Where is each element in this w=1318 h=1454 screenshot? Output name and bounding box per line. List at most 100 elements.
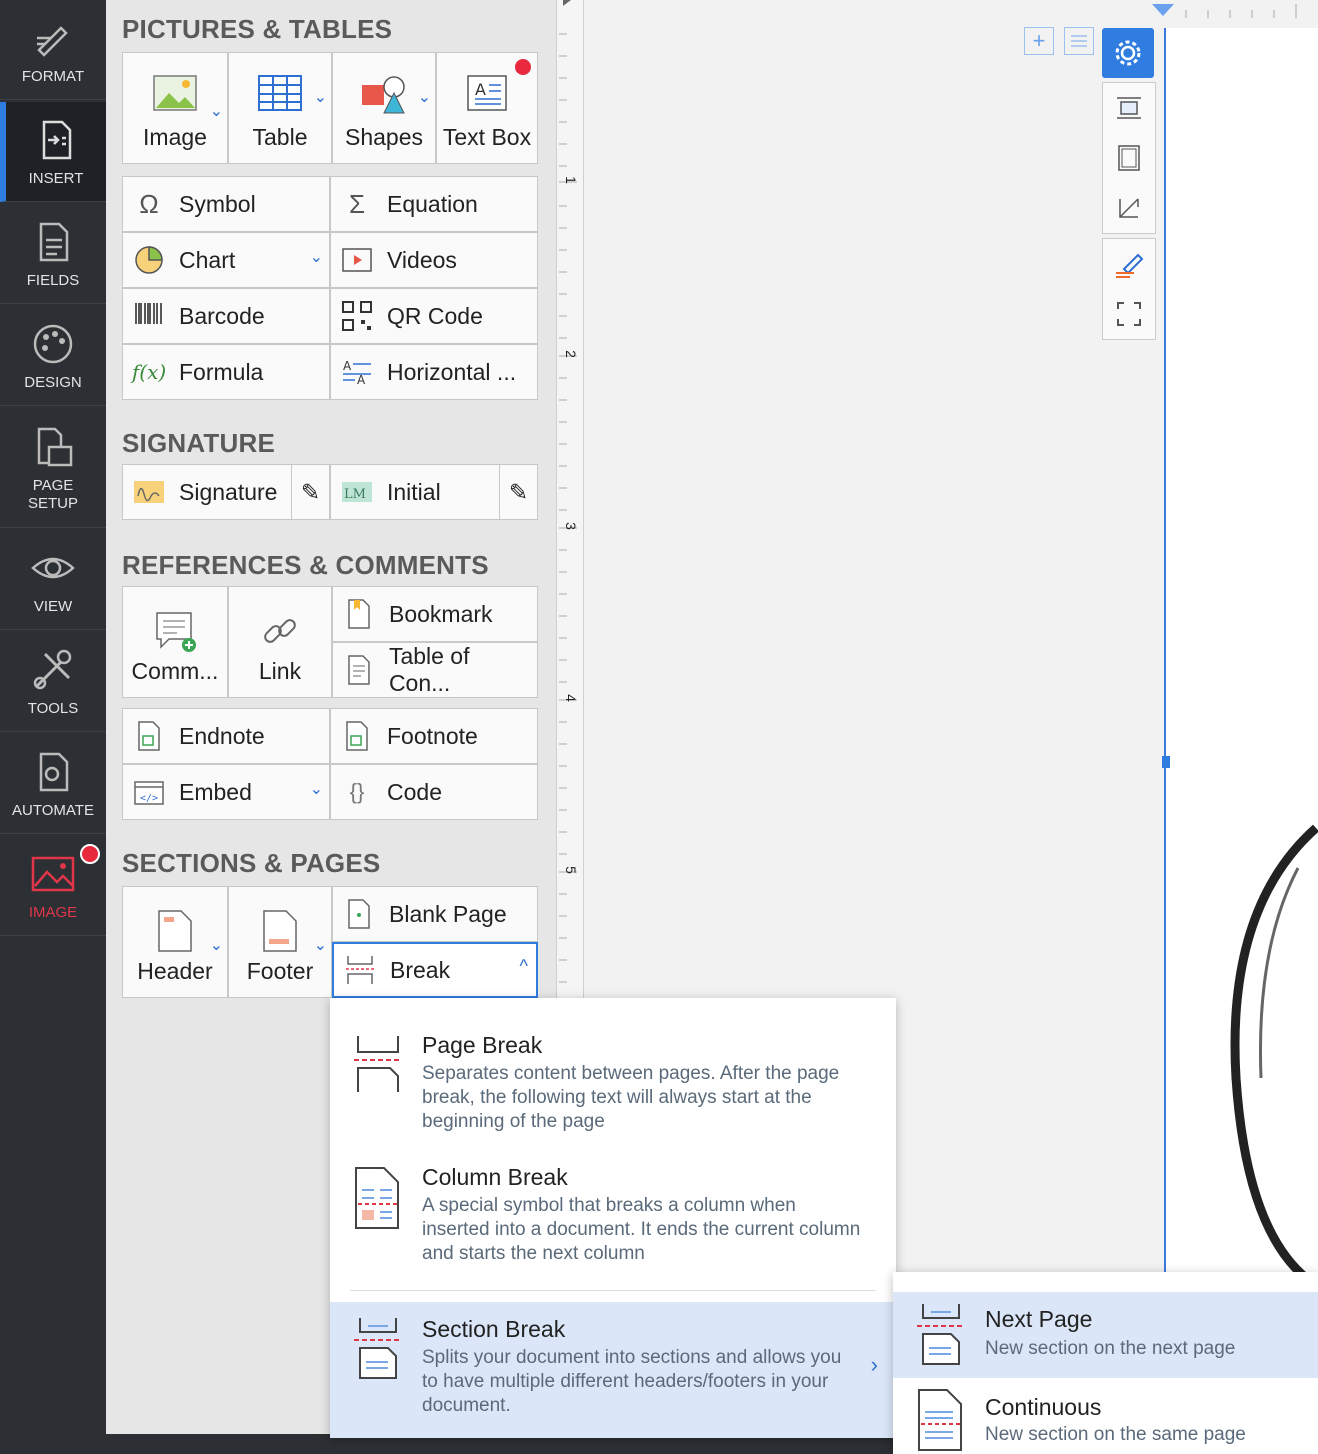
formula-button[interactable]: f(x) Formula xyxy=(122,344,330,400)
footer-button[interactable]: ⌄ Footer xyxy=(228,886,332,998)
settings-gear-icon[interactable] xyxy=(1102,28,1154,78)
video-icon xyxy=(342,248,372,272)
barcode-button[interactable]: Barcode xyxy=(122,288,330,344)
svg-text:A: A xyxy=(475,80,486,99)
fields-doc-icon xyxy=(39,222,69,262)
qr-code-button[interactable]: QR Code xyxy=(330,288,538,344)
frame-icon[interactable] xyxy=(1103,133,1155,183)
footnote-icon xyxy=(346,721,368,751)
qr-code-label: QR Code xyxy=(387,302,483,329)
continuous-item[interactable]: Continuous New section on the same page xyxy=(893,1382,1318,1454)
next-page-item[interactable]: Next Page New section on the next page xyxy=(893,1292,1318,1378)
image-label: Image xyxy=(143,124,207,150)
text-box-icon: A xyxy=(467,75,507,111)
footer-label: Footer xyxy=(246,958,314,984)
svg-text:</>: </> xyxy=(140,793,158,804)
pie-chart-icon xyxy=(135,246,163,274)
equation-button[interactable]: Σ Equation xyxy=(330,176,538,232)
embed-icon: </> xyxy=(134,781,164,805)
image-button[interactable]: ⌄ Image xyxy=(122,52,228,164)
continuous-desc: New section on the same page xyxy=(985,1424,1246,1445)
videos-label: Videos xyxy=(387,246,457,273)
table-button[interactable]: ⌄ Table xyxy=(228,52,332,164)
edit-image-icon[interactable] xyxy=(1103,239,1155,289)
header-button[interactable]: ⌄ Header xyxy=(122,886,228,998)
rail-page-setup[interactable]: PAGE SETUP xyxy=(0,408,106,528)
add-icon[interactable]: + xyxy=(1024,27,1054,55)
table-of-contents-button[interactable]: Table of Con... xyxy=(332,642,538,698)
rail-insert[interactable]: INSERT xyxy=(0,102,106,202)
edit-pencil-icon[interactable]: ✎ xyxy=(291,465,329,519)
comment-button[interactable]: Comm... xyxy=(122,586,228,698)
horizontal-label: Horizontal ... xyxy=(387,358,517,385)
signature-label: Signature xyxy=(179,478,278,505)
table-label: Table xyxy=(252,124,308,150)
chevron-down-icon: ⌄ xyxy=(209,103,223,120)
shapes-button[interactable]: ⌄ Shapes xyxy=(332,52,436,164)
break-dropdown-menu: Page Break Separates content between pag… xyxy=(330,998,896,1438)
edit-pencil-icon[interactable]: ✎ xyxy=(499,465,537,519)
videos-button[interactable]: Videos xyxy=(330,232,538,288)
section-break-item[interactable]: Section Break Splits your document into … xyxy=(330,1302,896,1438)
chevron-down-icon: ⌄ xyxy=(417,89,431,106)
menu-divider xyxy=(350,1290,876,1291)
rail-automate[interactable]: AUTOMATE xyxy=(0,734,106,834)
initial-button[interactable]: LM Initial ✎ xyxy=(330,464,538,520)
bookmark-button[interactable]: Bookmark xyxy=(332,586,538,642)
barcode-icon xyxy=(135,303,162,324)
page-image-fragment xyxy=(1230,824,1318,1282)
crop-icon[interactable] xyxy=(1103,183,1155,233)
chevron-down-icon[interactable]: ⌄ xyxy=(310,779,323,799)
column-break-icon xyxy=(355,1167,399,1229)
column-break-item[interactable]: Column Break A special symbol that break… xyxy=(330,1158,896,1278)
bookmark-label: Bookmark xyxy=(389,600,493,627)
symbol-label: Symbol xyxy=(179,190,256,217)
rail-design[interactable]: DESIGN xyxy=(0,306,106,406)
header-icon xyxy=(158,910,192,952)
rail-format[interactable]: FORMAT xyxy=(0,0,106,100)
automate-gear-icon xyxy=(39,752,69,792)
signature-button[interactable]: Signature ✎ xyxy=(122,464,330,520)
section-break-icon xyxy=(354,1318,402,1379)
eye-icon xyxy=(31,557,75,579)
rail-view[interactable]: VIEW xyxy=(0,530,106,630)
ruler-ticks xyxy=(559,0,577,983)
section-title-signature: SIGNATURE xyxy=(122,428,275,458)
chart-button[interactable]: Chart ⌄ xyxy=(122,232,330,288)
tools-icon xyxy=(33,649,72,690)
section-title-pages: SECTIONS & PAGES xyxy=(122,848,381,878)
rail-format-label: FORMAT xyxy=(21,68,85,85)
text-box-button[interactable]: A Text Box xyxy=(436,52,538,164)
wrap-text-icon[interactable] xyxy=(1103,83,1155,133)
page-break-item[interactable]: Page Break Separates content between pag… xyxy=(330,1026,896,1146)
rail-page-setup-label: PAGE SETUP xyxy=(27,477,78,512)
link-button[interactable]: Link xyxy=(228,586,332,698)
endnote-icon xyxy=(138,721,160,751)
break-button[interactable]: Break ^ xyxy=(332,942,538,998)
horizontal-button[interactable]: AA Horizontal ... xyxy=(330,344,538,400)
resize-handle[interactable] xyxy=(1162,756,1170,768)
rail-image[interactable]: IMAGE xyxy=(0,836,106,936)
endnote-button[interactable]: Endnote xyxy=(122,708,330,764)
ruler-mark: 1 xyxy=(562,176,579,184)
rail-tools[interactable]: TOOLS xyxy=(0,632,106,732)
shapes-icon xyxy=(362,76,405,114)
symbol-button[interactable]: Ω Symbol xyxy=(122,176,330,232)
rail-automate-label: AUTOMATE xyxy=(12,802,94,819)
comment-label: Comm... xyxy=(131,658,219,684)
rail-fields[interactable]: FIELDS xyxy=(0,204,106,304)
document-page[interactable] xyxy=(1164,28,1318,1282)
chevron-down-icon: ⌄ xyxy=(209,937,223,954)
blank-page-button[interactable]: Blank Page xyxy=(332,886,538,942)
footnote-button[interactable]: Footnote xyxy=(330,708,538,764)
chevron-down-icon[interactable]: ⌄ xyxy=(310,247,323,267)
align-icon[interactable] xyxy=(1064,27,1094,55)
embed-button[interactable]: </> Embed ⌄ xyxy=(122,764,330,820)
fullscreen-icon[interactable] xyxy=(1103,289,1155,339)
palette-icon xyxy=(33,324,73,364)
omega-icon: Ω xyxy=(139,188,159,219)
code-button[interactable]: {} Code xyxy=(330,764,538,820)
image-icon xyxy=(31,856,75,892)
chevron-up-icon[interactable]: ^ xyxy=(520,956,528,977)
formula-label: Formula xyxy=(179,358,264,385)
